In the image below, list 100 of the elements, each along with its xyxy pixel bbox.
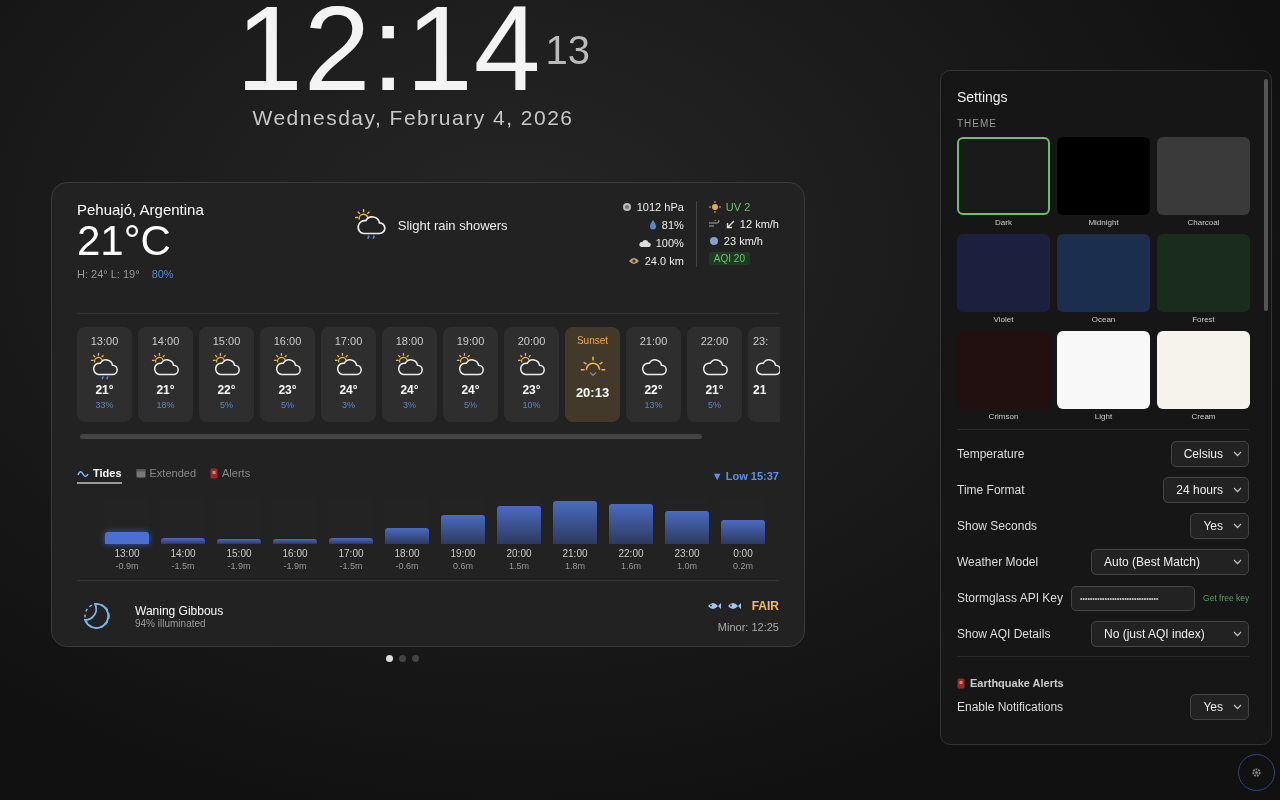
dropdown[interactable]: Yes	[1190, 513, 1249, 539]
tide-time: 16:00	[282, 548, 308, 559]
date-text: Wednesday, February 4, 2026	[252, 106, 574, 130]
tide-time: 21:00	[562, 548, 588, 559]
page-dot[interactable]	[398, 655, 406, 662]
stat-value: 100%	[655, 237, 684, 249]
hour-label: 14:00	[151, 335, 180, 347]
dropdown[interactable]: No (just AQI index)	[1091, 621, 1249, 647]
rain-chance: 18%	[156, 400, 175, 410]
hour-temperature: 23°	[522, 383, 541, 397]
theme-swatch[interactable]	[1057, 331, 1150, 409]
hour-label: 21:00	[639, 335, 668, 347]
hour-label: 18:00	[395, 335, 424, 347]
hour-temperature: 23°	[278, 383, 297, 397]
setting-label: Enable Notifications	[957, 700, 1064, 714]
siren-icon	[210, 467, 218, 479]
fish-icon	[726, 601, 741, 611]
tide-height: 1.8m	[565, 561, 585, 571]
theme-name: Charcoal	[1187, 218, 1220, 227]
next-tide: ▼ Low 15:37	[711, 469, 779, 482]
eye-icon	[627, 257, 640, 265]
theme-name: Light	[1094, 412, 1113, 421]
theme-name: Dark	[995, 218, 1012, 227]
settings-icon	[1251, 767, 1262, 778]
dropdown[interactable]: Yes	[1190, 694, 1249, 720]
hour-temperature: 20:13	[575, 385, 610, 400]
setting-label: Time Format	[957, 483, 1025, 497]
location-name: Pehuajó, Argentina	[77, 201, 204, 218]
page-dot[interactable]	[411, 655, 419, 662]
wave-icon	[77, 468, 89, 478]
tide-height: -0.6m	[395, 561, 419, 571]
calendar-icon	[135, 468, 146, 478]
scrollbar[interactable]	[1264, 79, 1268, 311]
moon-phase: Waning Gibbous	[135, 603, 224, 618]
theme-swatch[interactable]	[957, 137, 1050, 215]
section-heading: Earthquake Alerts	[970, 677, 1064, 689]
theme-swatch[interactable]	[1157, 331, 1250, 409]
droplet-icon	[648, 220, 657, 230]
hour-temperature: 21°	[95, 383, 114, 397]
chevron-icon	[1233, 451, 1242, 457]
chevron-icon	[1233, 523, 1242, 529]
sun-rain-cloud-icon	[353, 208, 388, 242]
tab[interactable]: Extended	[135, 467, 196, 484]
rain-chance: 13%	[644, 400, 663, 410]
stat-value: 81%	[661, 219, 684, 231]
hour-label: 13:00	[90, 335, 119, 347]
tab[interactable]: Alerts	[210, 467, 251, 484]
free-key-link[interactable]: Get free key	[1203, 593, 1250, 603]
rain-chance: 3%	[403, 400, 416, 410]
theme-swatch[interactable]	[957, 234, 1050, 312]
setting-label: Temperature	[957, 447, 1025, 461]
dropdown[interactable]: Celsius	[1170, 441, 1249, 467]
theme-name: Ocean	[1091, 315, 1116, 324]
stat-value: 1012 hPa	[636, 201, 684, 213]
tide-time: 13:00	[114, 548, 140, 559]
condition-text: Slight rain showers	[397, 217, 508, 233]
setting-label: Stormglass API Key	[957, 591, 1064, 605]
clock-time: 12:14	[236, 0, 542, 96]
hour-temperature: 22°	[644, 383, 663, 397]
tide-height: 1.6m	[621, 561, 641, 571]
setting-label: Weather Model	[957, 555, 1039, 569]
siren-icon	[957, 678, 965, 689]
wind-icon	[708, 220, 721, 228]
scrollbar[interactable]	[80, 434, 702, 439]
chevron-icon	[1233, 631, 1242, 637]
tide-time: 14:00	[170, 548, 196, 559]
tide-time: 20:00	[506, 548, 532, 559]
settings-title: Settings	[957, 89, 1009, 105]
tide-time: 15:00	[226, 548, 252, 559]
tide-time: 0:00	[733, 548, 753, 559]
tide-height: 1.5m	[509, 561, 529, 571]
page-dot[interactable]	[385, 655, 393, 662]
precipitation-chance: 80%	[151, 268, 174, 280]
direction-arrow-icon	[725, 219, 735, 229]
chevron-icon	[1233, 559, 1242, 565]
settings-button[interactable]	[1238, 754, 1275, 791]
gust-speed: 23 km/h	[723, 235, 763, 247]
chevron-icon	[1233, 487, 1242, 493]
dropdown[interactable]: 24 hours	[1163, 477, 1249, 503]
hour-temperature: 21°	[156, 383, 175, 397]
theme-swatch[interactable]	[1157, 137, 1250, 215]
hour-label: 17:00	[334, 335, 363, 347]
sun-rain-cloud-icon	[89, 352, 120, 382]
dropdown[interactable]: Auto (Best Match)	[1091, 549, 1249, 575]
theme-swatch[interactable]	[1057, 234, 1150, 312]
theme-name: Violet	[993, 315, 1014, 324]
rain-chance: 33%	[95, 400, 114, 410]
hour-label: 22:00	[700, 335, 729, 347]
rain-chance: 5%	[464, 400, 477, 410]
stat-value: 24.0 km	[644, 255, 684, 267]
tide-height: 1.0m	[677, 561, 697, 571]
tab[interactable]: Tides	[77, 467, 122, 484]
tide-time: 17:00	[338, 548, 364, 559]
tide-height: 0.6m	[453, 561, 473, 571]
moon-illumination: 94% illuminated	[135, 617, 207, 629]
tide-time: 18:00	[394, 548, 420, 559]
setting-label: Show Seconds	[957, 519, 1038, 533]
rain-chance: 3%	[342, 400, 355, 410]
hour-label: 15:00	[212, 335, 241, 347]
tide-height: 0.2m	[733, 561, 753, 571]
